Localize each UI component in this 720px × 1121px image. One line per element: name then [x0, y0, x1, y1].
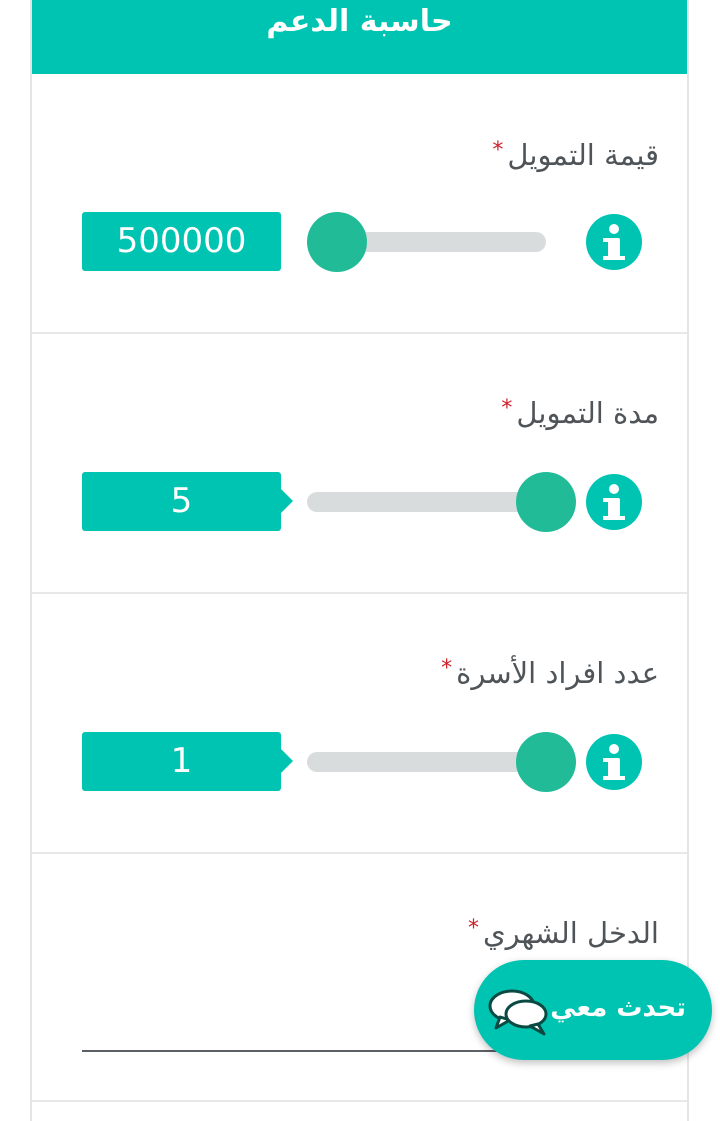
financing-period-label-text: مدة التمويل — [516, 396, 659, 430]
family-members-slider-track[interactable] — [307, 752, 546, 772]
chat-button[interactable]: تحدث معي — [474, 960, 712, 1060]
financing-amount-label-text: قيمة التمويل — [507, 138, 659, 172]
required-mark: * — [492, 138, 504, 163]
chat-button-label: تحدث معي — [550, 993, 686, 1023]
family-members-section: عدد افراد الأسرة* 1 — [32, 594, 687, 854]
family-members-value[interactable]: 1 — [82, 732, 293, 791]
family-members-label-text: عدد افراد الأسرة — [456, 656, 659, 690]
monthly-income-label: الدخل الشهري* — [468, 916, 659, 950]
support-calculator-card: حاسبة الدعم قيمة التمويل* 500000 مدة الت… — [30, 0, 689, 1121]
calculator-header: حاسبة الدعم — [32, 0, 687, 74]
financing-period-slider-track[interactable] — [307, 492, 546, 512]
chat-bubbles-icon — [488, 989, 548, 1036]
family-members-label: عدد افراد الأسرة* — [441, 656, 659, 690]
required-mark: * — [441, 656, 453, 681]
financing-period-label: مدة التمويل* — [501, 396, 659, 430]
financing-period-section: مدة التمويل* 5 — [32, 334, 687, 594]
info-icon[interactable] — [586, 734, 642, 790]
financing-amount-section: قيمة التمويل* 500000 — [32, 74, 687, 334]
financing-period-slider-thumb[interactable] — [516, 472, 576, 532]
family-members-slider-thumb[interactable] — [516, 732, 576, 792]
info-icon[interactable] — [586, 214, 642, 270]
monthly-income-label-text: الدخل الشهري — [482, 916, 659, 950]
required-mark: * — [467, 916, 479, 941]
financing-amount-value[interactable]: 500000 — [82, 212, 281, 271]
page-title: حاسبة الدعم — [266, 4, 453, 39]
financing-amount-label: قيمة التمويل* — [492, 138, 659, 172]
financing-period-value[interactable]: 5 — [82, 472, 293, 531]
info-icon[interactable] — [586, 474, 642, 530]
required-mark: * — [501, 396, 513, 421]
financing-amount-slider-thumb[interactable] — [307, 212, 367, 272]
